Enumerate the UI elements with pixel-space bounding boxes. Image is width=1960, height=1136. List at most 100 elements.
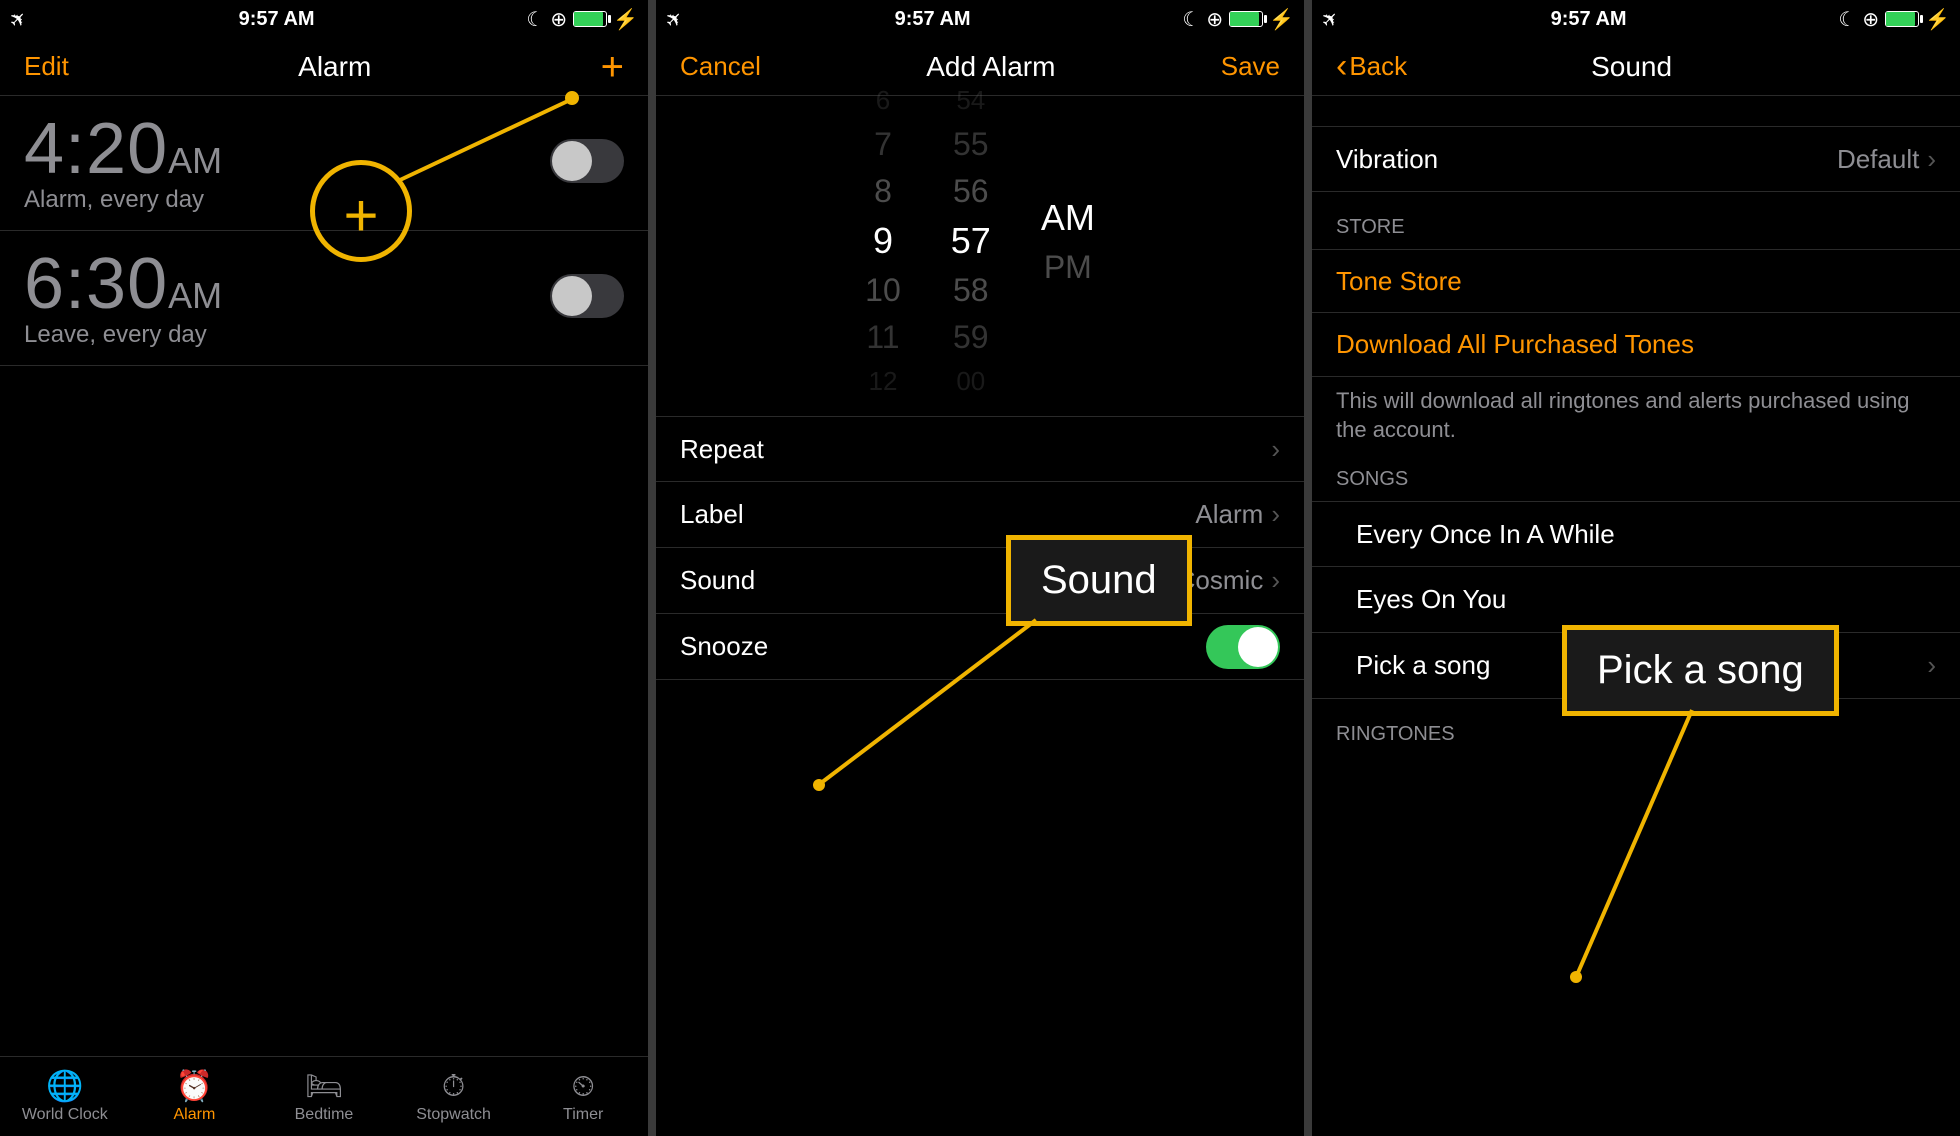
picker-value: 10 <box>865 272 901 309</box>
alarm-time: 6:30 <box>24 244 168 324</box>
chevron-right-icon: › <box>1927 144 1936 175</box>
store-header: STORE <box>1312 192 1960 249</box>
annotation-pick-box: Pick a song <box>1562 625 1839 716</box>
airplane-icon: ✈ <box>1316 4 1346 34</box>
picker-value: PM <box>1044 249 1092 286</box>
songs-header: SONGS <box>1312 462 1960 501</box>
row-label: Repeat <box>680 434 764 465</box>
tab-stopwatch[interactable]: ⏱ Stopwatch <box>389 1057 519 1136</box>
airplane-icon: ✈ <box>660 4 690 34</box>
label-row[interactable]: Label Alarm › <box>656 482 1304 548</box>
alarm-toggle[interactable] <box>550 274 624 318</box>
sound-row[interactable]: Sound Cosmic› <box>656 548 1304 614</box>
tab-label: Stopwatch <box>416 1106 491 1124</box>
tab-bedtime[interactable]: 🛏Bedtime <box>259 1057 389 1136</box>
charging-icon: ⚡ <box>1925 7 1950 32</box>
status-bar: ✈ 9:57 AM ☾ ⊕ ⚡ <box>1312 0 1960 38</box>
add-alarm-button[interactable]: + <box>601 47 624 87</box>
airplane-icon: ✈ <box>4 4 34 34</box>
chevron-right-icon: › <box>1271 565 1280 596</box>
moon-icon: ☾ <box>1838 7 1856 32</box>
song-title: Pick a song <box>1356 650 1490 681</box>
tab-label: Timer <box>563 1106 603 1124</box>
minute-column[interactable]: 54 55 56 57 58 59 00 <box>951 85 991 397</box>
page-title: Sound <box>1591 51 1672 83</box>
snooze-toggle[interactable] <box>1206 625 1280 669</box>
picker-value: 55 <box>953 126 989 163</box>
vibration-row[interactable]: Vibration Default › <box>1312 126 1960 192</box>
globe-icon: 🌐 <box>46 1069 83 1104</box>
row-label: Snooze <box>680 631 768 662</box>
time-picker[interactable]: 6 7 8 9 10 11 12 54 55 56 57 58 59 00 AM… <box>656 96 1304 386</box>
picker-value-selected: AM <box>1041 197 1095 239</box>
statusbar-time: 9:57 AM <box>239 8 315 31</box>
picker-value: 59 <box>953 319 989 356</box>
row-label: Vibration <box>1336 144 1438 175</box>
tab-label: World Clock <box>22 1106 108 1124</box>
download-description: This will download all ringtones and ale… <box>1312 377 1960 462</box>
download-tones-link[interactable]: Download All Purchased Tones <box>1312 313 1960 377</box>
song-row[interactable]: Eyes On You <box>1312 567 1960 633</box>
charging-icon: ⚡ <box>1269 7 1294 32</box>
repeat-row[interactable]: Repeat › <box>656 416 1304 482</box>
alarm-toggle[interactable] <box>550 139 624 183</box>
picker-value: 54 <box>956 85 985 116</box>
alarm-ampm: AM <box>168 140 222 181</box>
alarm-icon: ⏰ <box>176 1069 213 1104</box>
song-title: Every Once In A While <box>1356 519 1615 550</box>
row-value: Alarm <box>1195 499 1263 530</box>
sound-screen: ✈ 9:57 AM ☾ ⊕ ⚡ ‹ Back Sound Vibration D… <box>1312 0 1960 1136</box>
picker-value-selected: 57 <box>951 220 991 262</box>
picker-value: 12 <box>869 366 898 397</box>
tab-timer[interactable]: ⏲Timer <box>518 1057 648 1136</box>
tone-store-link[interactable]: Tone Store <box>1312 249 1960 313</box>
lock-icon: ⊕ <box>1862 7 1879 32</box>
edit-button[interactable]: Edit <box>24 51 69 82</box>
picker-value: 11 <box>866 319 899 356</box>
add-alarm-screen: ✈ 9:57 AM ☾ ⊕ ⚡ Cancel Add Alarm Save 6 … <box>656 0 1304 1136</box>
picker-value: 6 <box>876 85 890 116</box>
song-title: Eyes On You <box>1356 584 1506 615</box>
stopwatch-icon: ⏱ <box>442 1070 465 1104</box>
back-label: Back <box>1349 51 1407 82</box>
navbar: ‹ Back Sound <box>1312 38 1960 96</box>
tab-alarm[interactable]: ⏰ Alarm <box>130 1057 260 1136</box>
picker-value: 00 <box>956 366 985 397</box>
row-label: Sound <box>680 565 755 596</box>
hour-column[interactable]: 6 7 8 9 10 11 12 <box>865 85 901 397</box>
cancel-button[interactable]: Cancel <box>680 51 761 82</box>
row-value: Default <box>1837 144 1919 175</box>
page-title: Add Alarm <box>926 51 1055 83</box>
lock-icon: ⊕ <box>1206 7 1223 32</box>
navbar: Edit Alarm + <box>0 38 648 96</box>
back-button[interactable]: ‹ Back <box>1336 47 1407 86</box>
alarm-subtitle: Leave, every day <box>24 321 222 349</box>
tab-bar: 🌐World Clock ⏰Alarm 🛏Bedtime ⏱Stopwatch … <box>0 1056 648 1136</box>
alarm-ampm: AM <box>168 275 222 316</box>
status-bar: ✈ 9:57 AM ☾ ⊕ ⚡ <box>0 0 648 38</box>
picker-value: 7 <box>874 126 892 163</box>
alarm-subtitle: Alarm, every day <box>24 186 222 214</box>
charging-icon: ⚡ <box>613 7 638 32</box>
alarm-time: 4:20 <box>24 109 168 189</box>
chevron-right-icon: › <box>1271 499 1280 530</box>
annotation-sound-box: Sound <box>1006 535 1192 626</box>
chevron-right-icon: › <box>1927 650 1936 681</box>
moon-icon: ☾ <box>1182 7 1200 32</box>
battery-icon <box>1885 11 1919 27</box>
tab-worldclock[interactable]: 🌐 World Clock <box>0 1057 130 1136</box>
alarm-row[interactable]: 6:30AM Leave, every day <box>0 231 648 366</box>
save-button[interactable]: Save <box>1221 51 1280 82</box>
row-label: Label <box>680 499 744 530</box>
snooze-row: Snooze <box>656 614 1304 680</box>
picker-value: 56 <box>953 173 989 210</box>
song-row[interactable]: Every Once In A While <box>1312 501 1960 567</box>
tab-label: Alarm <box>174 1106 216 1124</box>
ampm-column[interactable]: AM PM <box>1041 197 1095 286</box>
alarm-row[interactable]: 4:20AM Alarm, every day <box>0 96 648 231</box>
statusbar-time: 9:57 AM <box>895 8 971 31</box>
tab-label: Bedtime <box>295 1106 354 1124</box>
picker-value-selected: 9 <box>873 220 893 262</box>
statusbar-time: 9:57 AM <box>1551 8 1627 31</box>
alarm-list-screen: ✈ 9:57 AM ☾ ⊕ ⚡ Edit Alarm + 4:20AM Alar… <box>0 0 648 1136</box>
